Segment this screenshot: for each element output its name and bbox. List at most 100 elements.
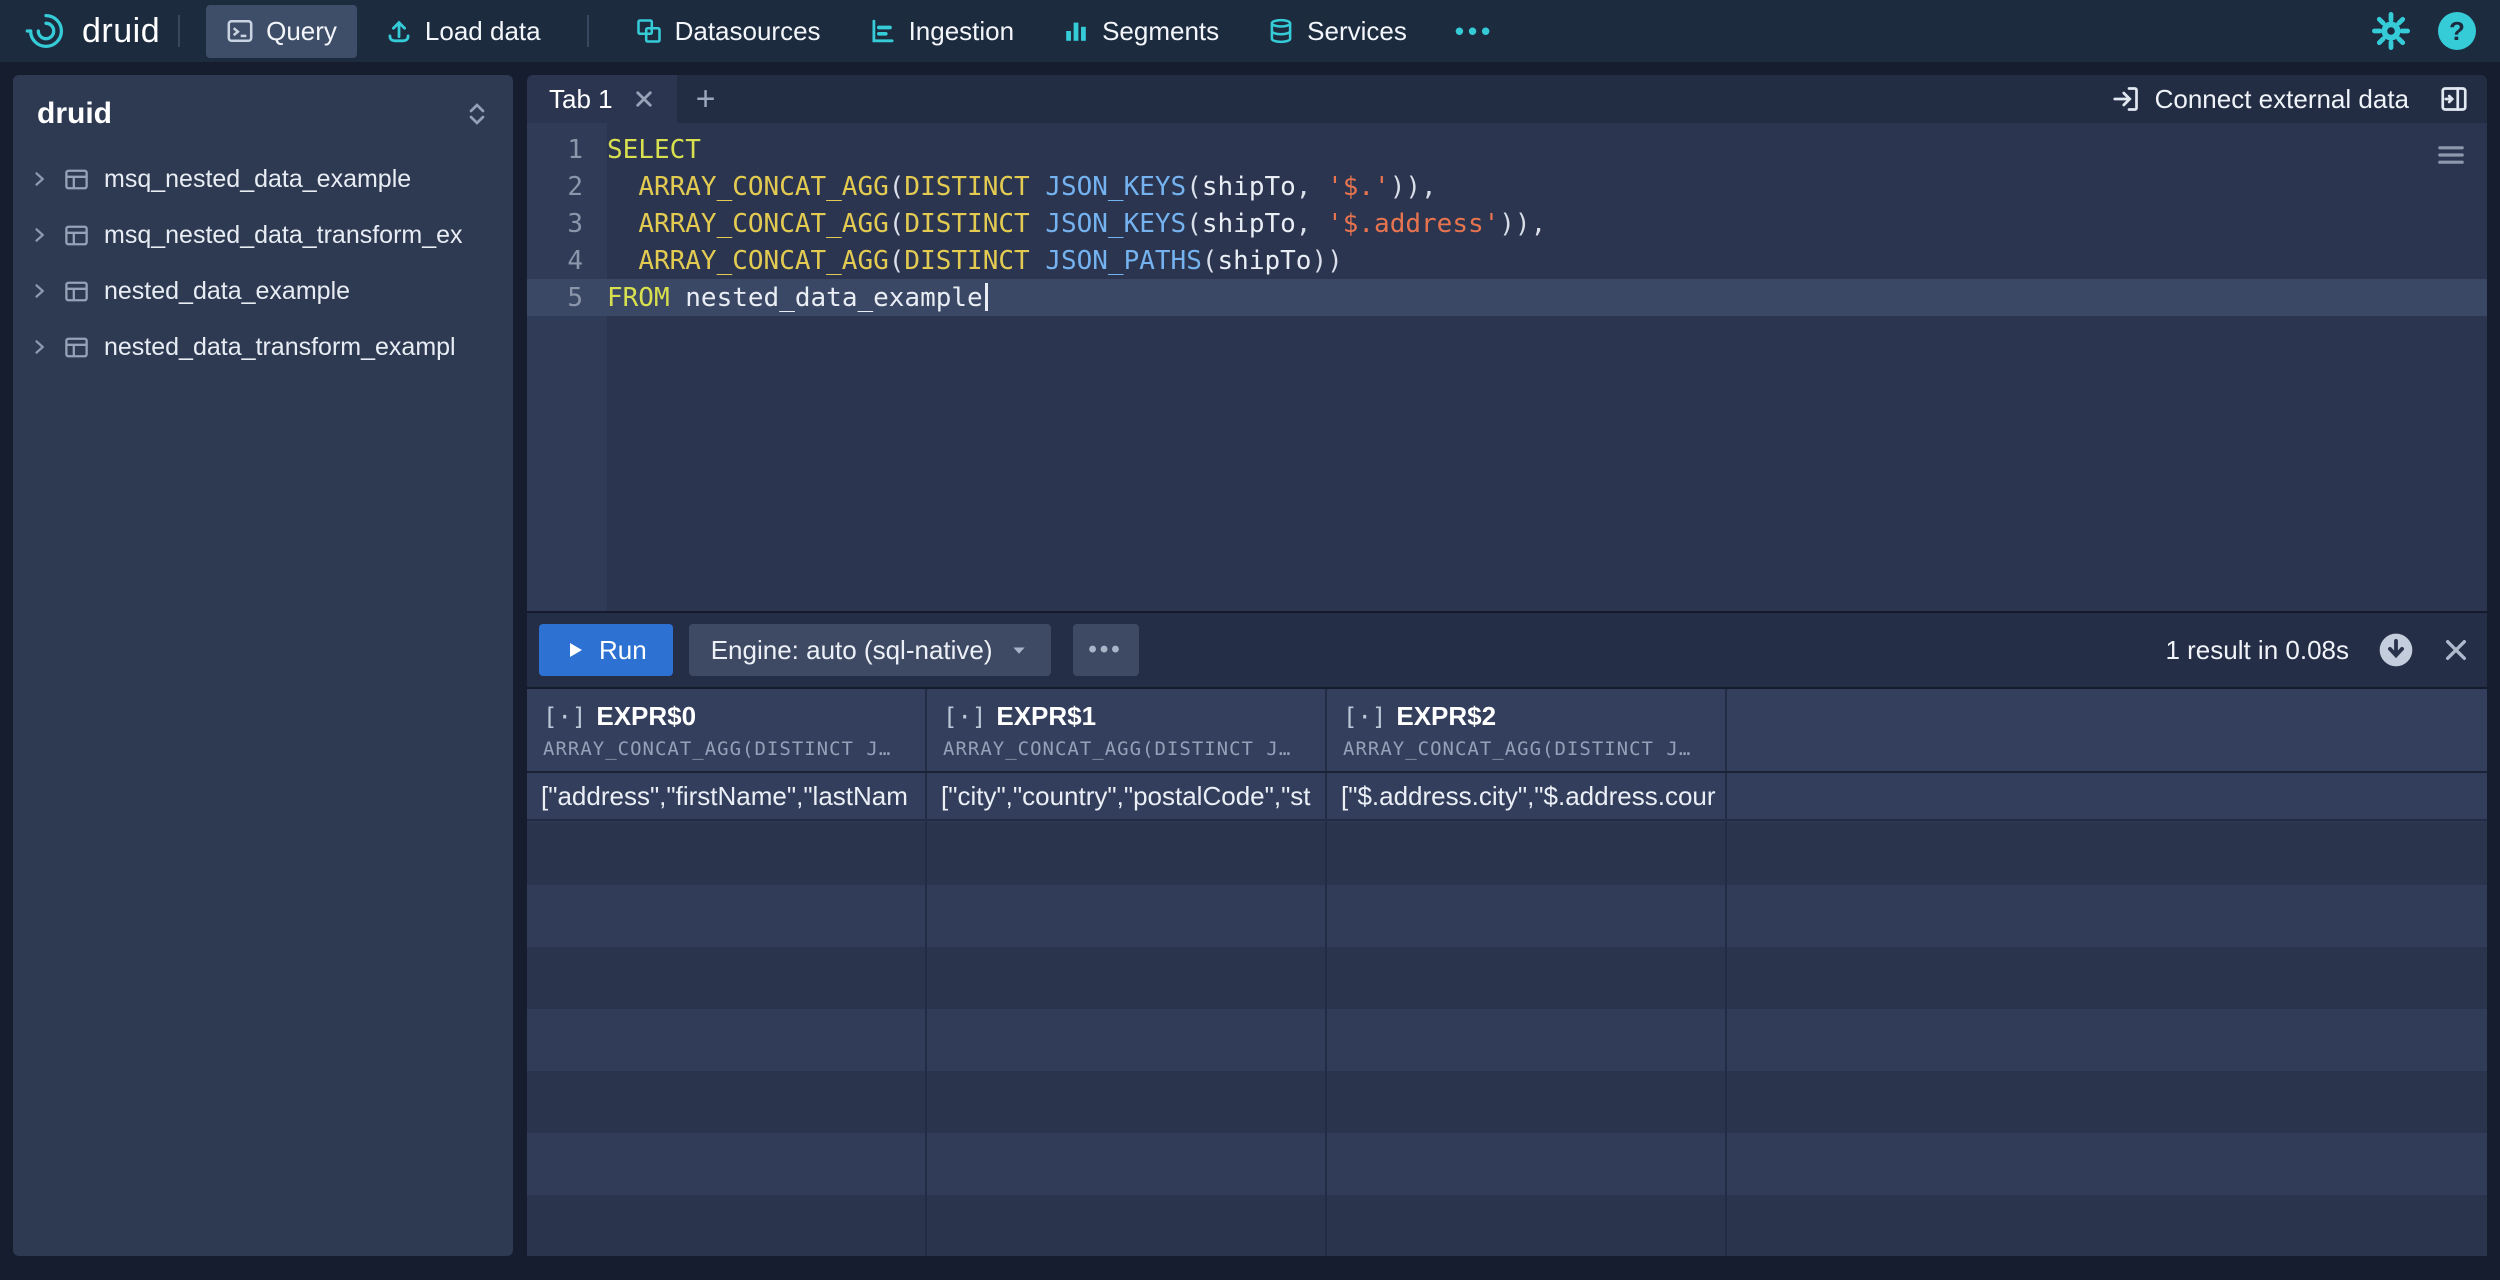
table-icon [63, 278, 90, 305]
druid-logo-icon [24, 9, 68, 53]
query-more-button[interactable]: ••• [1073, 624, 1139, 676]
tab-1[interactable]: Tab 1 [527, 75, 677, 123]
code-text: ARRAY_CONCAT_AGG(DISTINCT JSON_KEYS(ship… [607, 209, 2487, 239]
segments-icon [1062, 17, 1090, 45]
main-nav: Query Load data [206, 5, 1514, 58]
column-name: EXPR$2 [1396, 701, 1496, 732]
tab-label: Tab 1 [549, 84, 613, 115]
code-text: ARRAY_CONCAT_AGG(DISTINCT JSON_KEYS(ship… [607, 172, 2487, 202]
nav-ingestion[interactable]: Ingestion [849, 5, 1035, 58]
caret-down-icon [1009, 640, 1029, 660]
engine-select[interactable]: Engine: auto (sql-native) [689, 624, 1051, 676]
nav-datasources-label: Datasources [675, 16, 821, 47]
code-text: ARRAY_CONCAT_AGG(DISTINCT JSON_PATHS(shi… [607, 246, 2487, 276]
help-icon[interactable]: ? [2438, 12, 2476, 50]
settings-gear-icon[interactable] [2372, 12, 2410, 50]
brand-name: druid [82, 12, 160, 51]
close-tab-icon[interactable] [633, 88, 655, 110]
code-line[interactable]: 3 ARRAY_CONCAT_AGG(DISTINCT JSON_KEYS(sh… [527, 205, 2487, 242]
code-text: SELECT [607, 135, 2487, 165]
navbar-divider [178, 15, 180, 47]
nav-load-data-label: Load data [425, 16, 541, 47]
result-cell[interactable]: ["address","firstName","lastNam [527, 773, 927, 819]
tabbar-right: Connect external data [2111, 75, 2487, 123]
nav-segments[interactable]: Segments [1042, 5, 1239, 58]
datasource-tree-item[interactable]: msq_nested_data_example [13, 151, 513, 207]
datasource-name: msq_nested_data_example [104, 165, 411, 194]
results-header: [·]EXPR$0ARRAY_CONCAT_AGG(DISTINCT J…[·]… [527, 689, 2487, 773]
column-expression: ARRAY_CONCAT_AGG(DISTINCT J… [1343, 738, 1709, 760]
sidebar-header: druid [13, 75, 513, 147]
runbar-right: 1 result in 0.08s [2165, 631, 2469, 669]
download-results-icon[interactable] [2377, 631, 2415, 669]
chevron-right-icon[interactable] [29, 281, 49, 301]
column-header[interactable]: [·] EXPR$1 ARRAY_CONCAT_AGG(DISTINCT J… [927, 689, 1327, 771]
more-icon: ••• [1455, 16, 1494, 47]
datasource-tree-item[interactable]: nested_data_example [13, 263, 513, 319]
column-divider [925, 773, 927, 1256]
nav-segments-label: Segments [1102, 16, 1219, 47]
array-type-icon: [·] [943, 703, 986, 731]
nav-query[interactable]: Query [206, 5, 357, 58]
table-icon [63, 166, 90, 193]
results-body: ["address","firstName","lastNam["city","… [527, 773, 2487, 1256]
line-number: 4 [527, 246, 607, 276]
connect-external-data-button[interactable]: Connect external data [2111, 84, 2409, 115]
engine-label: Engine: auto (sql-native) [711, 635, 993, 666]
nav-services-label: Services [1307, 16, 1407, 47]
text-cursor [985, 283, 988, 311]
column-expression: ARRAY_CONCAT_AGG(DISTINCT J… [543, 738, 909, 760]
datasource-sidebar: druid msq_nested_data_examplemsq_nested_… [13, 75, 513, 1256]
results-row: ["address","firstName","lastNam["city","… [527, 773, 2487, 821]
run-button[interactable]: Run [539, 624, 673, 676]
services-database-icon [1267, 17, 1295, 45]
close-results-icon[interactable] [2443, 637, 2469, 663]
column-name: EXPR$1 [996, 701, 1096, 732]
line-number: 1 [527, 135, 607, 165]
datasource-tree: msq_nested_data_example msq_nested_data_t… [13, 147, 513, 379]
datasource-tree-item[interactable]: msq_nested_data_transform_ex [13, 207, 513, 263]
code-line[interactable]: 4 ARRAY_CONCAT_AGG(DISTINCT JSON_PATHS(s… [527, 242, 2487, 279]
empty-rows [527, 823, 2487, 1256]
editor-menu-icon[interactable] [2435, 139, 2467, 171]
ingestion-icon [869, 17, 897, 45]
chevron-right-icon[interactable] [29, 225, 49, 245]
query-workspace: Tab 1 + [527, 75, 2487, 1256]
navbar-divider [587, 15, 589, 47]
nav-load-data[interactable]: Load data [365, 5, 561, 58]
result-cell[interactable]: ["$.address.city","$.address.cour [1327, 773, 1727, 819]
code-text: FROM nested_data_example [607, 283, 2487, 313]
nav-ingestion-label: Ingestion [909, 16, 1015, 47]
nav-services[interactable]: Services [1247, 5, 1427, 58]
open-side-panel-icon[interactable] [2439, 84, 2469, 114]
help-glyph: ? [2449, 16, 2465, 47]
column-expression: ARRAY_CONCAT_AGG(DISTINCT J… [943, 738, 1309, 760]
line-number: 5 [527, 283, 607, 313]
nav-datasources[interactable]: Datasources [615, 5, 841, 58]
run-toolbar: Run Engine: auto (sql-native) ••• 1 resu… [527, 611, 2487, 689]
column-name: EXPR$0 [596, 701, 696, 732]
plus-icon: + [696, 80, 716, 119]
druid-console: druid Query [0, 0, 2500, 1280]
result-cell[interactable]: ["city","country","postalCode","st [927, 773, 1327, 819]
chevron-right-icon[interactable] [29, 337, 49, 357]
code-line[interactable]: 2 ARRAY_CONCAT_AGG(DISTINCT JSON_KEYS(sh… [527, 168, 2487, 205]
query-console-icon [226, 17, 254, 45]
nav-query-label: Query [266, 16, 337, 47]
chevron-right-icon[interactable] [29, 169, 49, 189]
sort-icon[interactable] [465, 102, 489, 126]
brand[interactable]: druid [24, 9, 160, 53]
column-header[interactable]: [·]EXPR$2ARRAY_CONCAT_AGG(DISTINCT J… [1327, 689, 1727, 771]
run-label: Run [599, 635, 647, 666]
sql-editor[interactable]: 1SELECT2 ARRAY_CONCAT_AGG(DISTINCT JSON_… [527, 123, 2487, 611]
datasource-name: nested_data_example [104, 277, 350, 306]
nav-more[interactable]: ••• [1435, 5, 1514, 58]
results-panel: [·]EXPR$0ARRAY_CONCAT_AGG(DISTINCT J…[·]… [527, 689, 2487, 1256]
column-header[interactable]: [·]EXPR$0ARRAY_CONCAT_AGG(DISTINCT J… [527, 689, 927, 771]
datasource-tree-item[interactable]: nested_data_transform_exampl [13, 319, 513, 375]
datasource-name: msq_nested_data_transform_ex [104, 221, 463, 250]
add-tab-button[interactable]: + [677, 75, 735, 123]
code-line[interactable]: 1SELECT [527, 131, 2487, 168]
code-line[interactable]: 5FROM nested_data_example [527, 279, 2487, 316]
result-info: 1 result in 0.08s [2165, 635, 2349, 666]
